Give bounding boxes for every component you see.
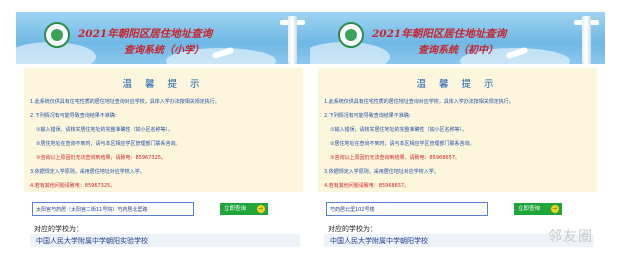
watermark: 邻友圈 — [548, 229, 593, 245]
notice-box: 温 馨 提 示 1.此系统仅供具有住宅性质的居住地址查询对应学校，具体入学办法按… — [318, 68, 597, 192]
notice-line: ③咨询以上原因仍无法查询到结果，请致电：85968657。 — [330, 155, 460, 161]
address-search-input[interactable] — [32, 202, 194, 216]
result-school: 中国人民大学附属中学朝阳实验学校 — [36, 237, 148, 245]
notice-line: 3.依据规定入学原则，采用居住地址对应学校入学。 — [30, 169, 145, 175]
result-label: 对应的学校为： — [34, 225, 83, 233]
notice-title: 温 馨 提 示 — [122, 79, 205, 90]
result-label: 对应的学校为： — [328, 225, 377, 233]
query-button[interactable]: 立即查询 — [514, 203, 562, 215]
result-bar: 中国人民大学附属中学朝阳实验学校 — [30, 234, 300, 247]
district-emblem-icon — [44, 22, 70, 48]
banner-subtitle: 查询系统（小学） — [124, 45, 204, 56]
notice-line: 1.此系统仅供具有住宅性质的居住地址查询对应学校，具体入学办法按相关规定执行。 — [30, 99, 220, 105]
banner: 2021年朝阳区居住地址查询 查询系统（小学） — [16, 12, 311, 64]
notice-line: ①输入错误，请核实居住地址的完整准确性（如小区名称等）。 — [36, 127, 173, 133]
notice-box: 温 馨 提 示 1.此系统仅供具有住宅性质的居住地址查询对应学校，具体入学办法按… — [24, 68, 303, 192]
notice-line: 2.下列情况有可能导致查询结果不准确： — [324, 113, 414, 119]
notice-line: ②居住地址在查询不到时，请与本区相应学区管理部门联系咨询。 — [36, 141, 181, 147]
notice-title: 温 馨 提 示 — [416, 79, 499, 90]
notice-line: ②居住地址在查询不到时，请与本区相应学区管理部门联系咨询。 — [330, 141, 475, 147]
notice-line: ③咨询以上原因仍无法查询到结果，请致电：85967325。 — [36, 155, 166, 161]
query-button[interactable]: 立即查询 — [220, 203, 268, 215]
notice-line: 4.若有其他问题请致电：85968657。 — [324, 183, 410, 189]
banner-title: 2021年朝阳区居住地址查询 — [372, 28, 507, 40]
banner-title: 2021年朝阳区居住地址查询 — [78, 28, 213, 40]
notice-line: 4.若有其他问题请致电：85967325。 — [30, 183, 116, 189]
query-button-label: 立即查询 — [224, 206, 247, 212]
arrow-right-icon — [257, 203, 265, 215]
notice-line: 1.此系统仅供具有住宅性质的居住地址查询对应学校，具体入学办法按相关规定执行。 — [324, 99, 514, 105]
query-button-label: 立即查询 — [518, 206, 541, 212]
district-emblem-icon — [338, 22, 364, 48]
notice-line: 2.下列情况有可能导致查询结果不准确： — [30, 113, 120, 119]
address-search-input[interactable] — [326, 202, 488, 216]
notice-line: ①输入错误，请核实居住地址的完整准确性（如小区名称等）。 — [330, 127, 467, 133]
notice-line: 3.依据规定入学原则，采用居住地址对应学校入学。 — [324, 169, 439, 175]
arrow-right-icon — [551, 203, 559, 215]
result-school: 中国人民大学附属中学朝阳学校 — [330, 237, 428, 245]
query-panel-middle: 2021年朝阳区居住地址查询 查询系统（初中） 温 馨 提 示 1.此系统仅供具… — [310, 12, 605, 247]
banner: 2021年朝阳区居住地址查询 查询系统（初中） — [310, 12, 605, 64]
query-panel-primary: 2021年朝阳区居住地址查询 查询系统（小学） 温 馨 提 示 1.此系统仅供具… — [16, 12, 311, 247]
banner-subtitle: 查询系统（初中） — [418, 45, 498, 56]
